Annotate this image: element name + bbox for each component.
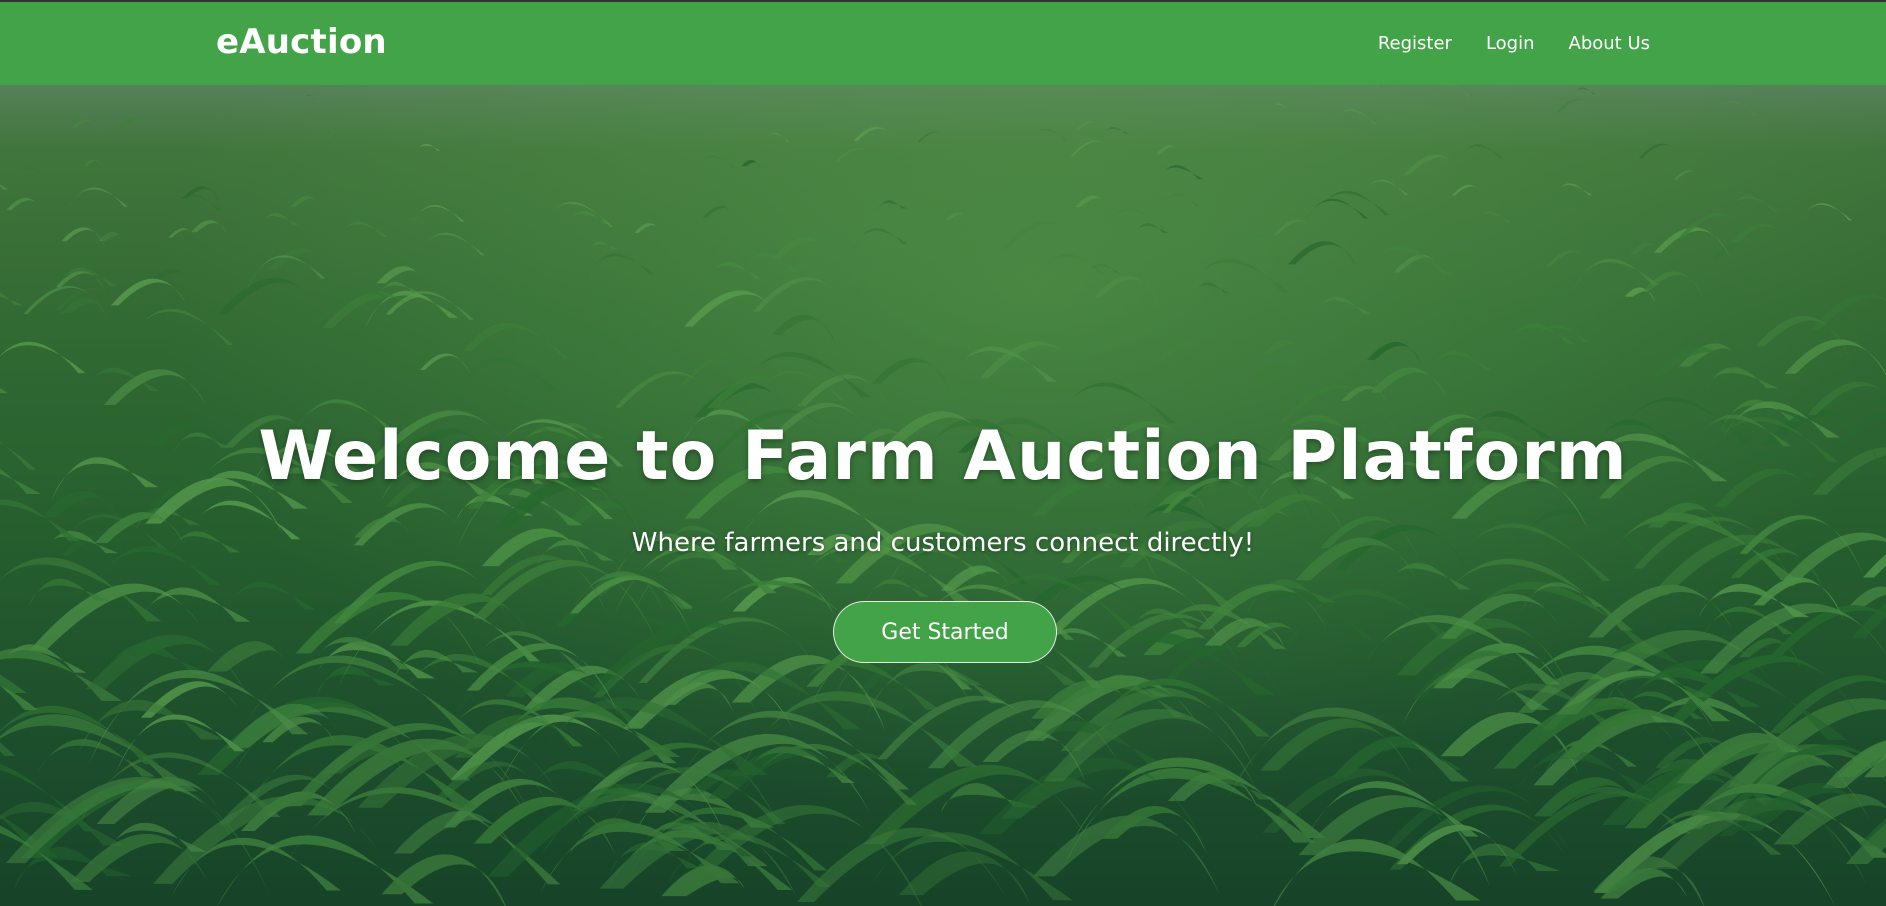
nav-link-about-us[interactable]: About Us (1569, 33, 1651, 54)
nav-link-register[interactable]: Register (1378, 33, 1452, 54)
brand-logo[interactable]: eAuction (216, 22, 387, 62)
get-started-button[interactable]: Get Started (833, 601, 1057, 663)
navbar: eAuction Register Login About Us (0, 2, 1886, 85)
nav-link-login[interactable]: Login (1486, 33, 1535, 54)
hero-content: Welcome to Farm Auction Platform Where f… (0, 85, 1886, 906)
nav-links: Register Login About Us (1378, 33, 1650, 54)
hero-title: Welcome to Farm Auction Platform (258, 417, 1628, 496)
hero-section: Welcome to Farm Auction Platform Where f… (0, 85, 1886, 906)
hero-subtitle: Where farmers and customers connect dire… (631, 528, 1255, 558)
window-top-border (0, 0, 1886, 2)
